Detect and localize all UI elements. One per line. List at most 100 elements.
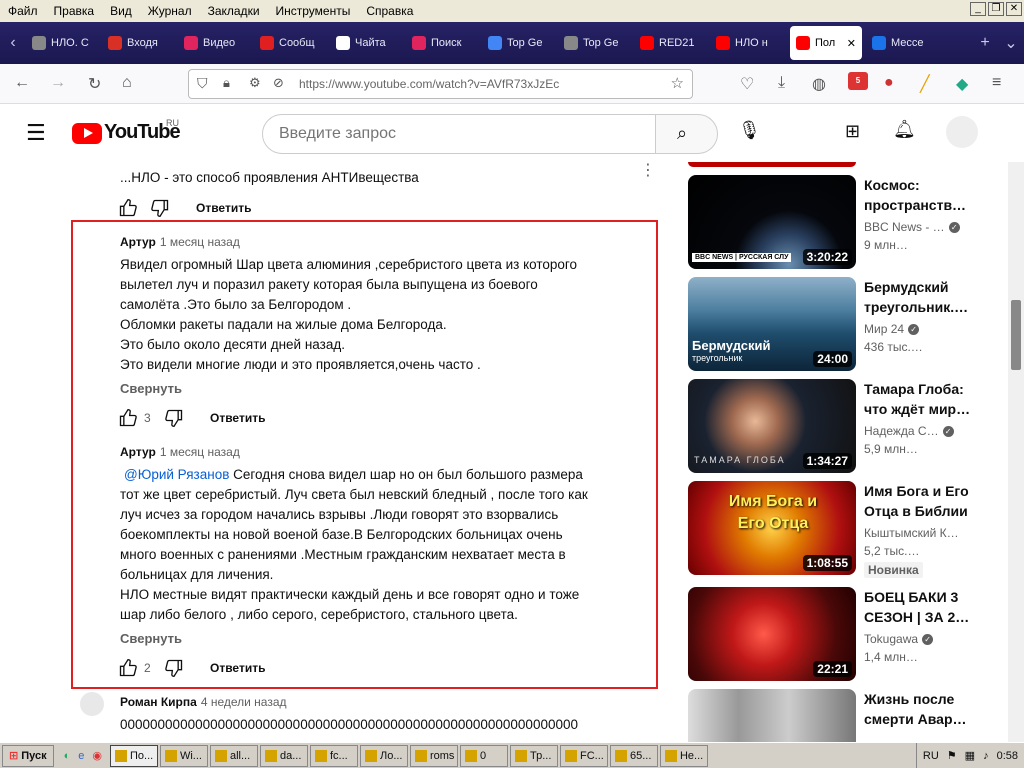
hamburger-menu-icon[interactable]: ≡ (992, 74, 1001, 92)
tray-flag-icon[interactable]: ⚑ (947, 749, 957, 762)
video-channel[interactable]: BBC News - … ✓ (864, 220, 960, 234)
tab-list-icon[interactable]: ⌄ (998, 33, 1024, 53)
tab-scroll-left-icon[interactable]: ‹ (0, 34, 26, 52)
bookmark-star-icon[interactable]: ☆ (671, 74, 684, 92)
lock-icon[interactable]: 🔒︎ (223, 75, 230, 91)
video-title[interactable]: БОЕЦ БАКИ 3 СЕЗОН | ЗА 2… (864, 587, 974, 627)
permissions-icon[interactable]: ⚙ (249, 75, 261, 91)
search-button[interactable]: ⌕ (655, 114, 718, 154)
tab-11[interactable]: Мессе (866, 26, 942, 60)
tracking-icon[interactable]: ⊘ (273, 75, 284, 91)
like-icon[interactable] (118, 198, 138, 218)
notifications-bell-icon[interactable]: 🔔︎ (893, 119, 916, 140)
create-video-icon[interactable]: ⊞ (845, 121, 860, 142)
close-icon[interactable]: ✕ (1006, 2, 1022, 16)
video-thumbnail[interactable] (688, 689, 856, 742)
video-thumbnail[interactable]: Бермудский треугольник 24:00 (688, 277, 856, 371)
addon-slash-icon[interactable]: ╱ (920, 74, 930, 94)
globe-icon[interactable]: ◍ (812, 74, 826, 94)
mention-link[interactable]: @Юрий Рязанов (124, 467, 229, 482)
taskbar-item-8[interactable]: Тр... (509, 744, 558, 767)
comment-time[interactable]: 4 недели назад (201, 695, 287, 709)
video-channel[interactable]: Tokugawa ✓ (864, 632, 934, 646)
avatar[interactable] (946, 116, 978, 148)
scrollbar-thumb[interactable] (1011, 300, 1021, 370)
tab-3[interactable]: Сообщ (254, 26, 330, 60)
menu-view[interactable]: Вид (102, 4, 140, 18)
forward-icon[interactable]: → (50, 74, 66, 92)
more-actions-icon[interactable]: ⋮ (640, 160, 656, 180)
taskbar-item-3[interactable]: da... (259, 744, 308, 767)
tray-volume-icon[interactable]: ♪ (983, 750, 989, 762)
author-name[interactable]: Артур (120, 445, 156, 459)
back-icon[interactable]: ← (14, 74, 30, 92)
taskbar-item-0[interactable]: По... (109, 744, 158, 767)
collapse-button[interactable]: Свернуть (120, 381, 182, 396)
video-thumbnail[interactable]: ТАМАРА ГЛОБА 1:34:27 (688, 379, 856, 473)
avatar[interactable] (80, 692, 104, 716)
tab-8[interactable]: RED21 (634, 26, 710, 60)
video-title[interactable]: Жизнь после смерти Авар… (864, 689, 974, 742)
tab-2[interactable]: Видео (178, 26, 254, 60)
comment-time[interactable]: 1 месяц назад (160, 235, 240, 249)
dislike-icon[interactable] (164, 408, 184, 428)
video-title[interactable]: Имя Бога и Его Отца в Библии (864, 481, 974, 521)
tab-7[interactable]: Top Ge (558, 26, 634, 60)
taskbar-item-10[interactable]: 65... (609, 744, 658, 767)
clock[interactable]: 0:58 (997, 750, 1018, 762)
comment-time[interactable]: 1 месяц назад (160, 445, 240, 459)
video-thumbnail-partial[interactable] (688, 162, 856, 167)
reply-button[interactable]: Ответить (210, 661, 265, 675)
page-scrollbar[interactable] (1008, 162, 1024, 742)
menu-help[interactable]: Справка (358, 4, 421, 18)
reply-button[interactable]: Ответить (196, 201, 251, 215)
url-bar[interactable]: ⛉ 🔒︎ ⚙ ⊘ https://www.youtube.com/watch?v… (188, 69, 693, 99)
menu-bookmarks[interactable]: Закладки (200, 4, 268, 18)
video-thumbnail[interactable]: BBC NEWS | РУССКАЯ СЛУ 3:20:22 (688, 175, 856, 269)
collapse-button[interactable]: Свернуть (120, 631, 182, 646)
like-icon[interactable] (118, 658, 138, 678)
taskbar-item-6[interactable]: roms (409, 744, 458, 767)
like-icon[interactable] (118, 408, 138, 428)
author-name[interactable]: Роман Кирпа (120, 695, 197, 709)
addon-balls-icon[interactable]: ● (884, 74, 894, 92)
menu-file[interactable]: Файл (0, 4, 46, 18)
menu-edit[interactable]: Правка (46, 4, 103, 18)
video-thumbnail[interactable]: Имя Бога и Его Отца 1:08:55 (688, 481, 856, 575)
minimize-icon[interactable]: _ (970, 2, 986, 16)
taskbar-item-4[interactable]: fc... (309, 744, 358, 767)
tab-9[interactable]: НЛО н (710, 26, 786, 60)
tab-4[interactable]: Чайта (330, 26, 406, 60)
close-tab-icon[interactable]: ✕ (847, 37, 856, 50)
tab-10[interactable]: Пол ✕ (790, 26, 862, 60)
tab-0[interactable]: НЛО. С (26, 26, 102, 60)
taskbar-item-5[interactable]: Ло... (359, 744, 408, 767)
video-channel[interactable]: Надежда С… ✓ (864, 424, 954, 438)
addon-abp-icon[interactable]: 5 (848, 72, 868, 90)
quicklaunch-browser-icon[interactable]: ◐ (64, 750, 71, 762)
taskbar-item-11[interactable]: Не... (659, 744, 708, 767)
menu-tools[interactable]: Инструменты (268, 4, 359, 18)
home-icon[interactable]: ⌂ (122, 74, 132, 92)
search-input[interactable] (262, 114, 656, 154)
taskbar-item-1[interactable]: Wi... (159, 744, 208, 767)
video-title[interactable]: Бермудский треугольник.… (864, 277, 974, 317)
reload-icon[interactable]: ↻ (88, 74, 101, 94)
taskbar-item-2[interactable]: all... (209, 744, 258, 767)
reply-button[interactable]: Ответить (210, 411, 265, 425)
author-name[interactable]: Артур (120, 235, 156, 249)
restore-icon[interactable]: ❐ (988, 2, 1004, 16)
dislike-icon[interactable] (164, 658, 184, 678)
shield-icon[interactable]: ⛉ (197, 75, 208, 92)
menu-history[interactable]: Журнал (140, 4, 200, 18)
dislike-icon[interactable] (150, 198, 170, 218)
quicklaunch-chrome-icon[interactable]: ◉ (92, 749, 102, 762)
new-tab-icon[interactable]: + (972, 34, 998, 52)
video-title[interactable]: Космос: пространств… (864, 175, 974, 215)
quicklaunch-ie-icon[interactable]: e (78, 750, 84, 762)
start-button[interactable]: ⊞ Пуск (2, 744, 54, 767)
language-indicator[interactable]: RU (923, 750, 939, 762)
addon-badge-icon[interactable]: ◆ (956, 74, 968, 94)
video-channel[interactable]: Мир 24 ✓ (864, 322, 920, 336)
video-channel[interactable]: Кыштымский К… (864, 526, 959, 540)
